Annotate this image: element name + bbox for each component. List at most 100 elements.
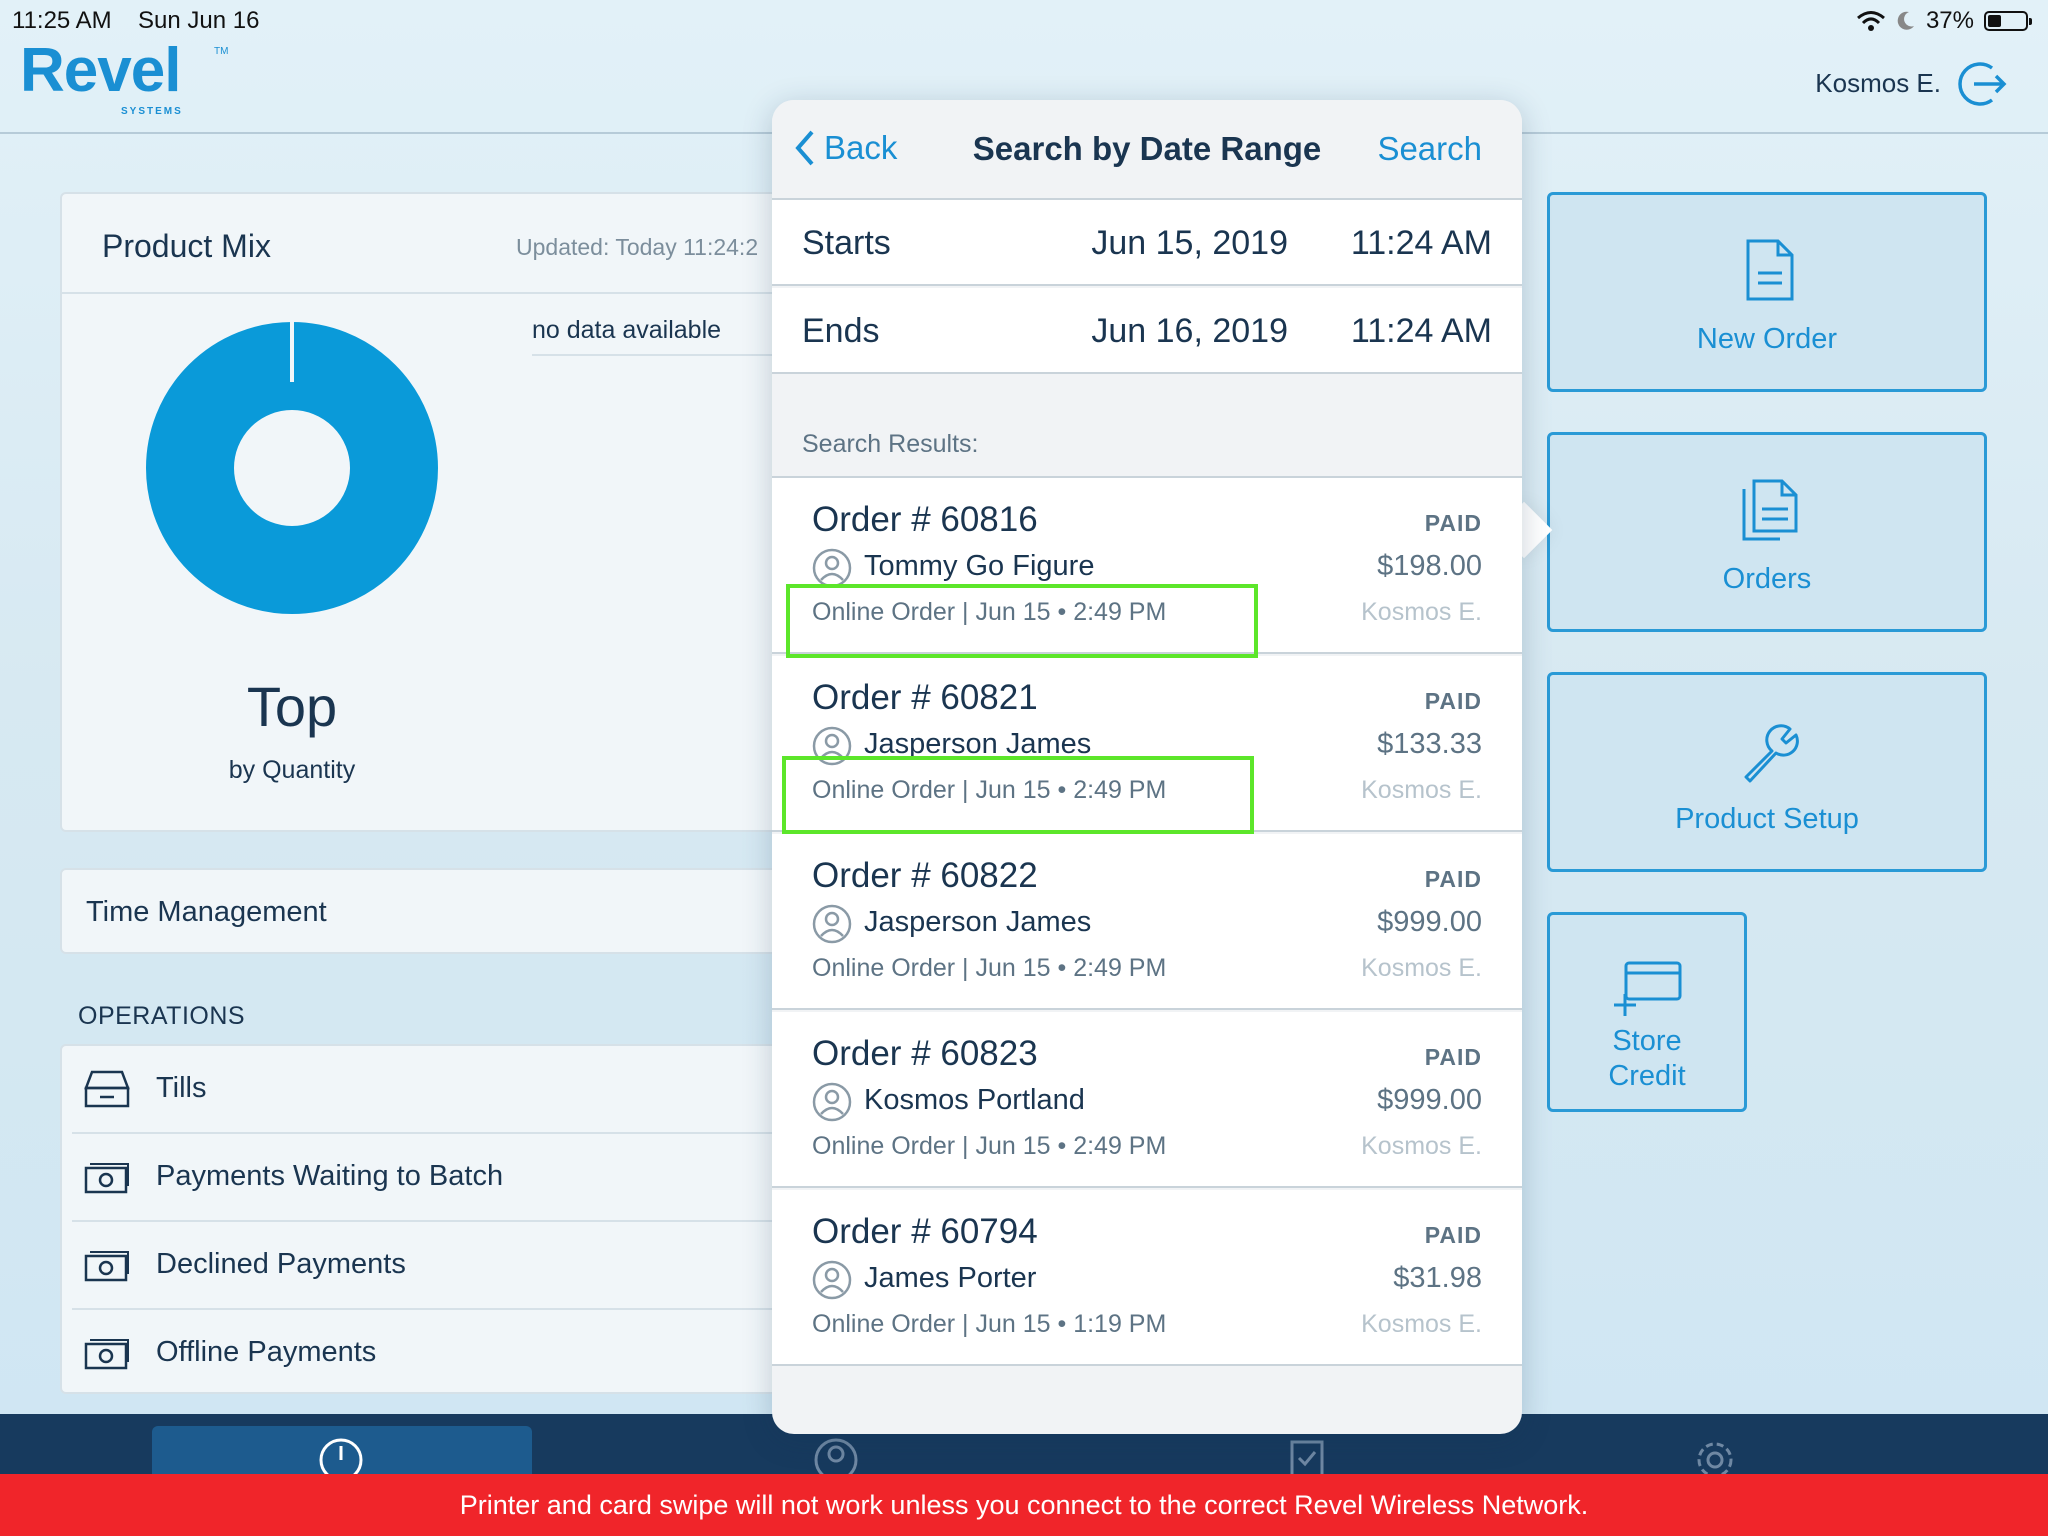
documents-icon [1742, 479, 1798, 541]
donut-ring [146, 322, 438, 614]
clipboard-icon[interactable] [1284, 1436, 1330, 1476]
product-setup-label: Product Setup [1675, 803, 1859, 835]
customer-icon[interactable] [813, 1436, 859, 1476]
customer-icon [812, 1082, 852, 1122]
starts-time[interactable]: 11:24 AM [1351, 224, 1492, 263]
store-credit-icon [1614, 961, 1682, 1016]
revel-logo: Revel TM SYSTEMS [20, 40, 228, 118]
order-customer: James Porter [864, 1262, 1037, 1294]
highlight-box [782, 756, 1254, 834]
ops-item-tills[interactable]: Tills [62, 1046, 818, 1134]
ends-row[interactable]: Ends Jun 16, 2019 11:24 AM [772, 288, 1522, 374]
ops-item-label: Declined Payments [156, 1248, 406, 1280]
orders-button[interactable]: Orders [1547, 432, 1987, 632]
customer-icon [812, 904, 852, 944]
status-indicators: 37% [1856, 7, 2032, 35]
order-status: PAID [1424, 1044, 1482, 1070]
order-staff: Kosmos E. [1361, 1310, 1482, 1338]
moon-icon [1897, 11, 1914, 30]
starts-label: Starts [802, 224, 891, 262]
order-number: Order # 60822 [812, 856, 1038, 895]
order-customer: Jasperson James [864, 906, 1092, 938]
order-status: PAID [1424, 866, 1482, 892]
operations-title: OPERATIONS [78, 1002, 246, 1030]
order-amount: $133.33 [1377, 728, 1482, 760]
cash-icon [84, 1339, 129, 1370]
highlight-box [786, 584, 1258, 658]
time-management-card[interactable]: Time Management [60, 868, 820, 954]
order-amount: $198.00 [1377, 550, 1482, 582]
ops-item-offline-payments[interactable]: Offline Payments [62, 1310, 818, 1398]
order-status: PAID [1424, 688, 1482, 714]
battery-percent: 37% [1925, 7, 1974, 34]
store-credit-button[interactable]: Store Credit [1547, 912, 1747, 1112]
product-setup-button[interactable]: Product Setup [1547, 672, 1987, 872]
order-number: Order # 60794 [812, 1212, 1038, 1251]
network-warning-banner: Printer and card swipe will not work unl… [0, 1474, 2048, 1536]
donut-chart [146, 320, 438, 614]
battery-level [1988, 15, 2001, 27]
product-mix-by-label: by Quantity [228, 756, 356, 784]
status-date: Sun Jun 16 [138, 7, 260, 34]
order-customer: Tommy Go Figure [864, 550, 1095, 582]
logout-icon[interactable] [1958, 58, 2010, 110]
customer-icon [812, 1260, 852, 1300]
starts-date[interactable]: Jun 15, 2019 [1091, 224, 1288, 263]
wifi-icon [1856, 11, 1885, 31]
product-mix-divider [62, 292, 818, 294]
search-button[interactable]: Search [1377, 130, 1482, 168]
ops-item-label: Offline Payments [156, 1336, 377, 1368]
operations-list: Tills Payments Waiting to Batch Declined… [60, 1044, 820, 1394]
order-staff: Kosmos E. [1361, 954, 1482, 982]
ends-label: Ends [802, 312, 880, 350]
customer-icon [812, 548, 852, 588]
order-row[interactable]: Order # 60794 PAID James Porter $31.98 O… [772, 1190, 1522, 1366]
starts-row[interactable]: Starts Jun 15, 2019 11:24 AM [772, 200, 1522, 286]
order-status: PAID [1424, 1222, 1482, 1248]
new-order-label: New Order [1696, 323, 1838, 355]
status-time: 11:25 AM [12, 7, 112, 34]
wrench-icon [1744, 724, 1799, 783]
order-meta: Online Order | Jun 15 • 1:19 PM [812, 1310, 1167, 1338]
cash-icon [84, 1251, 129, 1282]
order-number: Order # 60821 [812, 678, 1038, 717]
orders-label: Orders [1722, 563, 1812, 595]
popover-header: Back Search by Date Range Search [772, 100, 1522, 200]
order-staff: Kosmos E. [1361, 598, 1482, 626]
document-icon [1746, 239, 1794, 301]
product-mix-top-label: Top [246, 675, 338, 738]
store-credit-label-line1: Store [1612, 1025, 1682, 1057]
product-mix-card[interactable]: Product Mix Updated: Today 11:24:2 no da… [60, 192, 832, 832]
order-meta: Online Order | Jun 15 • 2:49 PM [812, 1132, 1167, 1160]
order-customer: Kosmos Portland [864, 1084, 1085, 1116]
cash-icon [84, 1163, 129, 1194]
ops-item-label: Payments Waiting to Batch [156, 1160, 504, 1192]
order-staff: Kosmos E. [1361, 776, 1482, 804]
ops-item-declined-payments[interactable]: Declined Payments [62, 1222, 818, 1310]
ends-date[interactable]: Jun 16, 2019 [1091, 312, 1288, 351]
time-management-label: Time Management [86, 896, 327, 928]
order-row[interactable]: Order # 60823 PAID Kosmos Portland $999.… [772, 1012, 1522, 1188]
user-name: Kosmos E. [1815, 68, 1941, 98]
logo-subtitle: SYSTEMS [121, 106, 183, 117]
settings-icon[interactable] [1692, 1436, 1738, 1476]
ops-item-payments-waiting[interactable]: Payments Waiting to Batch [62, 1134, 818, 1222]
logo-wordmark: Revel [20, 36, 181, 105]
order-row[interactable]: Order # 60822 PAID Jasperson James $999.… [772, 834, 1522, 1010]
order-amount: $999.00 [1377, 1084, 1482, 1116]
store-credit-label-line2: Credit [1608, 1060, 1686, 1092]
no-data-label: no data available [532, 316, 722, 344]
logo-trademark: TM [214, 46, 229, 57]
order-number: Order # 60816 [812, 500, 1038, 539]
order-status: PAID [1424, 510, 1482, 536]
battery-icon [1984, 11, 2032, 31]
new-order-button[interactable]: New Order [1547, 192, 1987, 392]
status-bar: 11:25 AM Sun Jun 16 37% [0, 0, 2048, 40]
dashboard-icon[interactable] [318, 1436, 364, 1476]
product-mix-title: Product Mix [102, 228, 271, 264]
order-staff: Kosmos E. [1361, 1132, 1482, 1160]
search-results-label: Search Results: [802, 430, 979, 458]
till-drawer-icon [84, 1070, 130, 1108]
order-amount: $31.98 [1393, 1262, 1482, 1294]
ends-time[interactable]: 11:24 AM [1351, 312, 1492, 351]
